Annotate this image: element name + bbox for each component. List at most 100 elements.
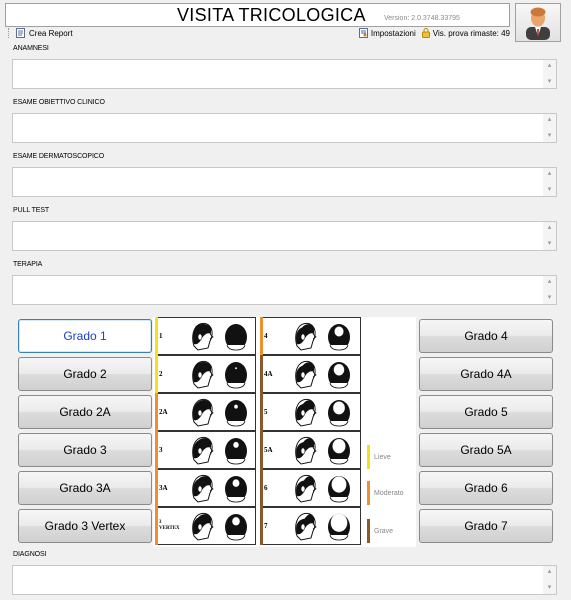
esame-dermatoscopico-input[interactable]: [13, 168, 543, 196]
esame-obiettivo-input[interactable]: [13, 114, 543, 142]
legend-label: Lieve: [374, 453, 391, 461]
esame-dermatoscopico-label: ESAME DERMATOSCOPICO: [13, 153, 105, 160]
head-side-view: [295, 360, 317, 389]
scroll-down-icon[interactable]: ▾: [543, 238, 556, 250]
head-side-view: [295, 398, 317, 427]
head-diagrams: [186, 358, 250, 390]
scroll-up-icon[interactable]: ▴: [543, 276, 556, 288]
severity-bar: [260, 355, 263, 393]
chart-row-3: 3: [155, 431, 256, 469]
chart-row-4a: 4A: [260, 355, 361, 393]
page-title: VISITA TRICOLOGICA: [177, 5, 366, 25]
head-side-view: [192, 398, 214, 427]
esame-obiettivo-scrollbar[interactable]: ▴ ▾: [543, 114, 556, 142]
head-side-view: [192, 360, 214, 389]
anamnesi-scrollbar[interactable]: ▴ ▾: [543, 60, 556, 88]
terapia-scrollbar[interactable]: ▴ ▾: [543, 276, 556, 304]
head-top-view: [225, 362, 247, 389]
head-side-view: [192, 474, 214, 503]
head-side-view: [295, 512, 317, 541]
head-diagrams: [186, 472, 250, 504]
settings-button[interactable]: Impostazioni: [358, 28, 416, 38]
esame-dermatoscopico-field: ▴ ▾: [12, 167, 557, 197]
pull-test-scrollbar[interactable]: ▴ ▾: [543, 222, 556, 250]
grade-4a-button[interactable]: Grado 4A: [419, 357, 553, 391]
chart-row-label: 2: [159, 370, 163, 378]
legend-swatch: [367, 445, 370, 469]
trial-remaining-label: Vis. prova rimaste: 49: [432, 28, 510, 38]
terapia-input[interactable]: [13, 276, 543, 304]
head-diagrams: [186, 396, 250, 428]
severity-bar: [155, 355, 158, 393]
chart-row-label: 4A: [264, 370, 273, 378]
grade-6-button[interactable]: Grado 6: [419, 471, 553, 505]
scroll-up-icon[interactable]: ▴: [543, 114, 556, 126]
terapia-label: TERAPIA: [13, 261, 43, 268]
chart-row-label: 5: [264, 408, 268, 416]
chart-row-6: 6: [260, 469, 361, 507]
head-top-view: [225, 476, 247, 503]
grade-2-button[interactable]: Grado 2: [18, 357, 152, 391]
chart-row-3-vertex: 3 VERTEX: [155, 507, 256, 545]
pull-test-input[interactable]: [13, 222, 543, 250]
head-diagrams: [289, 396, 353, 428]
legend-swatch: [367, 481, 370, 505]
report-icon: [16, 28, 25, 38]
legend-grave: Grave: [367, 519, 393, 543]
head-side-view: [295, 436, 317, 465]
grade-1-button[interactable]: Grado 1: [18, 319, 152, 353]
head-side-view: [192, 322, 214, 351]
toolbar-grip: [8, 28, 10, 38]
grade-3a-button[interactable]: Grado 3A: [18, 471, 152, 505]
grade-3-vertex-button[interactable]: Grado 3 Vertex: [18, 509, 152, 543]
legend-lieve: Lieve: [367, 445, 391, 469]
chart-row-7: 7: [260, 507, 361, 545]
scroll-up-icon[interactable]: ▴: [543, 60, 556, 72]
scroll-up-icon[interactable]: ▴: [543, 566, 556, 578]
head-top-view: [225, 438, 247, 465]
terapia-field: ▴ ▾: [12, 275, 557, 305]
legend-label: Grave: [374, 527, 394, 535]
diagnosi-label: DIAGNOSI: [13, 551, 47, 558]
diagnosi-field: ▴ ▾: [12, 565, 557, 595]
scroll-down-icon[interactable]: ▾: [543, 292, 556, 304]
chart-row-label: 1: [159, 332, 163, 340]
grade-5-button[interactable]: Grado 5: [419, 395, 553, 429]
head-diagrams: [289, 472, 353, 504]
severity-bar: [155, 507, 158, 545]
legend-swatch: [367, 519, 370, 543]
diagnosi-scrollbar[interactable]: ▴ ▾: [543, 566, 556, 594]
scroll-down-icon[interactable]: ▾: [543, 130, 556, 142]
head-top-view: [225, 400, 247, 427]
user-avatar-button[interactable]: [515, 3, 561, 42]
esame-dermatoscopico-scrollbar[interactable]: ▴ ▾: [543, 168, 556, 196]
chart-row-2: 2: [155, 355, 256, 393]
scroll-up-icon[interactable]: ▴: [543, 168, 556, 180]
esame-obiettivo-label: ESAME OBIETTIVO CLINICO: [13, 99, 105, 106]
head-top-view: [328, 324, 350, 351]
grade-7-button[interactable]: Grado 7: [419, 509, 553, 543]
anamnesi-input[interactable]: [13, 60, 543, 88]
diagnosi-input[interactable]: [13, 566, 543, 594]
head-diagrams: [289, 510, 353, 542]
grade-4-button[interactable]: Grado 4: [419, 319, 553, 353]
severity-bar: [155, 469, 158, 507]
head-side-view: [192, 436, 214, 465]
chart-row-label: 3 VERTEX: [159, 520, 180, 531]
grade-3-button[interactable]: Grado 3: [18, 433, 152, 467]
chart-row-label: 3: [159, 446, 163, 454]
grade-2a-button[interactable]: Grado 2A: [18, 395, 152, 429]
head-top-view: [225, 514, 247, 541]
head-side-view: [192, 512, 214, 541]
toolbar: Crea Report Impostazioni Vis. prova rima…: [8, 27, 510, 40]
settings-icon: [358, 28, 368, 38]
scroll-down-icon[interactable]: ▾: [543, 184, 556, 196]
scroll-up-icon[interactable]: ▴: [543, 222, 556, 234]
create-report-button[interactable]: Crea Report: [8, 28, 73, 38]
version-label: Version: 2.0.3748.33795: [384, 15, 460, 22]
head-diagrams: [186, 434, 250, 466]
scroll-down-icon[interactable]: ▾: [543, 76, 556, 88]
scroll-down-icon[interactable]: ▾: [543, 582, 556, 594]
grade-5a-button[interactable]: Grado 5A: [419, 433, 553, 467]
severity-bar: [155, 431, 158, 469]
